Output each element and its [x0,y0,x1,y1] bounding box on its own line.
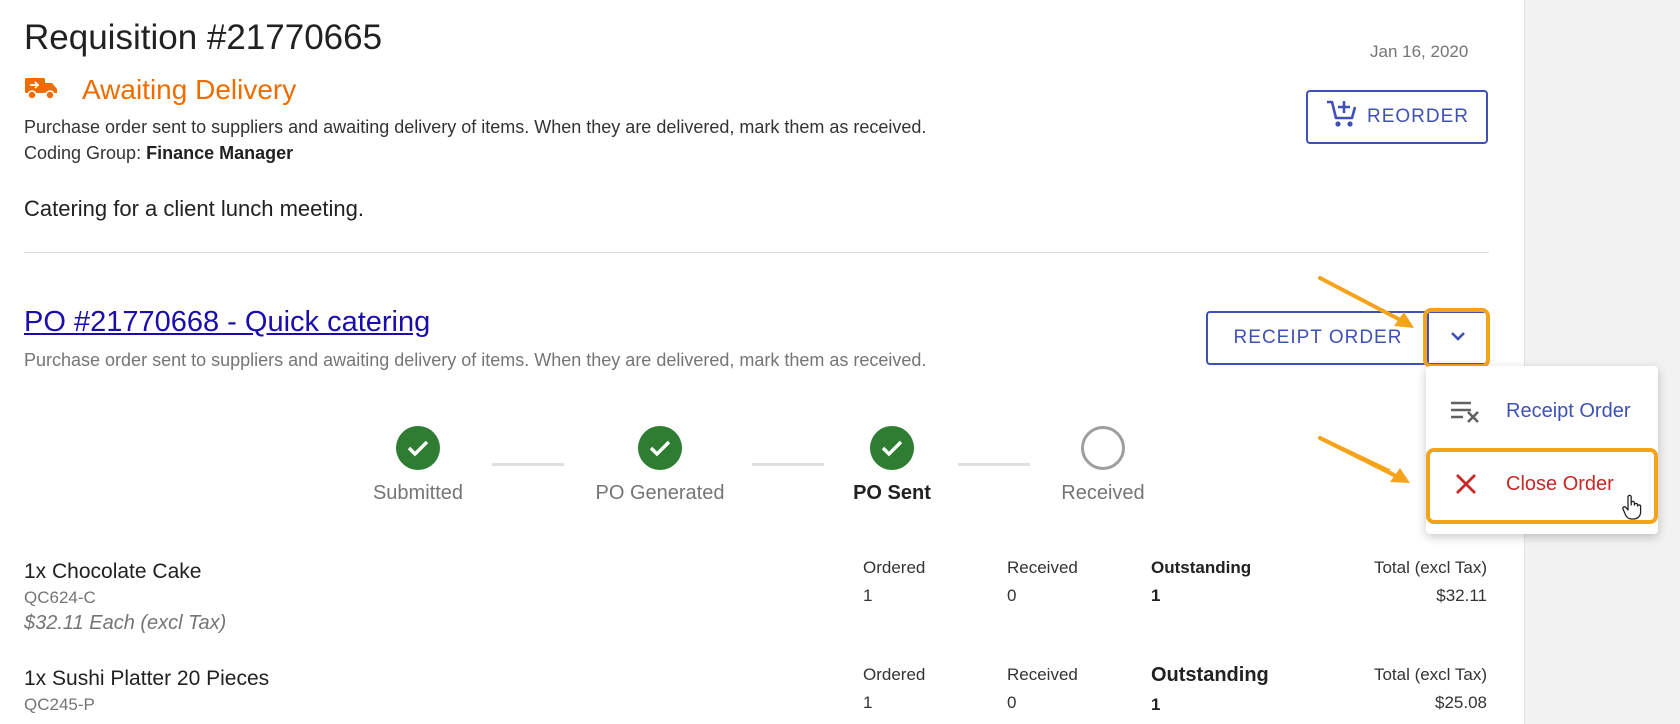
step-check-icon [638,426,682,470]
received-value: 0 [1007,693,1017,712]
step-pending-circle-icon [1081,426,1125,470]
status-row: Awaiting Delivery [24,74,296,106]
step-received: Received [1033,426,1173,505]
step-po-sent: PO Sent [822,426,962,505]
section-divider [24,252,1489,253]
menu-item-receipt-order[interactable]: Receipt Order [1426,380,1658,442]
step-connector [492,463,564,466]
step-label: Submitted [372,482,464,504]
column-header: Total (excl Tax) [1373,665,1487,684]
arrow-to-dropdown-icon [1318,276,1414,328]
coding-group: Coding Group: Finance Manager [24,143,293,164]
page-title: Requisition #21770665 [24,18,383,57]
po-description: Purchase order sent to suppliers and awa… [24,350,927,370]
received-column: Received 0 [1007,665,1078,713]
coding-group-value: Finance Manager [146,143,294,163]
total-value: $25.08 [1435,693,1487,712]
step-connector [958,463,1030,466]
column-header: Ordered [863,665,926,684]
right-sidebar [1524,0,1680,724]
ordered-value: 1 [863,693,873,712]
step-check-icon [396,426,440,470]
column-header: Ordered [863,558,926,577]
reorder-label: REORDER [1366,106,1469,127]
line-item-info: 1x Chocolate Cake QC624-C $32.11 Each (e… [24,560,226,635]
total-value: $32.11 [1436,586,1487,605]
ordered-column: Ordered 1 [863,558,925,606]
delivery-truck-icon [24,75,58,106]
requisition-note: Catering for a client lunch meeting. [24,196,364,221]
step-check-icon [870,426,914,470]
coding-group-label: Coding Group: [24,143,142,163]
total-column: Total (excl Tax) $25.08 [1288,665,1487,713]
arrow-to-close-order [1318,436,1410,483]
add-cart-icon [1325,98,1367,136]
step-submitted: Submitted [348,426,488,505]
received-value: 0 [1007,586,1017,605]
status-description: Purchase order sent to suppliers and awa… [24,117,927,137]
outstanding-value: 1 [1151,586,1161,605]
status-title: Awaiting Delivery [82,74,297,105]
ordered-column: Ordered 1 [863,665,925,713]
hand-pointer-cursor-icon [1622,494,1642,525]
item-code: QC624-C [24,588,96,607]
item-name: 1x Chocolate Cake [24,560,202,583]
line-item-info: 1x Sushi Platter 20 Pieces QC245-P [24,667,269,715]
requisition-date: Jan 16, 2020 [1370,42,1469,61]
outstanding-value: 1 [1151,695,1161,714]
outstanding-column: Outstanding 1 [1151,664,1269,715]
reorder-button[interactable]: REORDER [1306,90,1488,144]
total-column: Total (excl Tax) $32.11 [1288,558,1487,606]
item-unit-price: $32.11 Each (excl Tax) [24,612,227,634]
ordered-value: 1 [863,586,873,605]
po-title-link[interactable]: PO #21770668 - Quick catering [24,306,430,339]
column-header: Outstanding [1151,558,1252,577]
step-po-generated: PO Generated [590,426,730,505]
step-label: PO Sent [853,482,931,504]
received-column: Received 0 [1007,558,1078,606]
column-header: Received [1007,665,1078,684]
step-label: PO Generated [595,482,725,504]
clear-list-icon [1426,399,1506,423]
outstanding-column: Outstanding 1 [1151,558,1251,606]
step-label: Received [1061,482,1145,504]
column-header: Total (excl Tax) [1373,558,1487,577]
step-connector [752,463,824,466]
item-code: QC245-P [24,695,95,714]
item-name: 1x Sushi Platter 20 Pieces [24,667,270,690]
menu-item-label: Receipt Order [1506,399,1631,422]
column-header: Received [1007,558,1078,577]
column-header: Outstanding [1151,664,1269,686]
